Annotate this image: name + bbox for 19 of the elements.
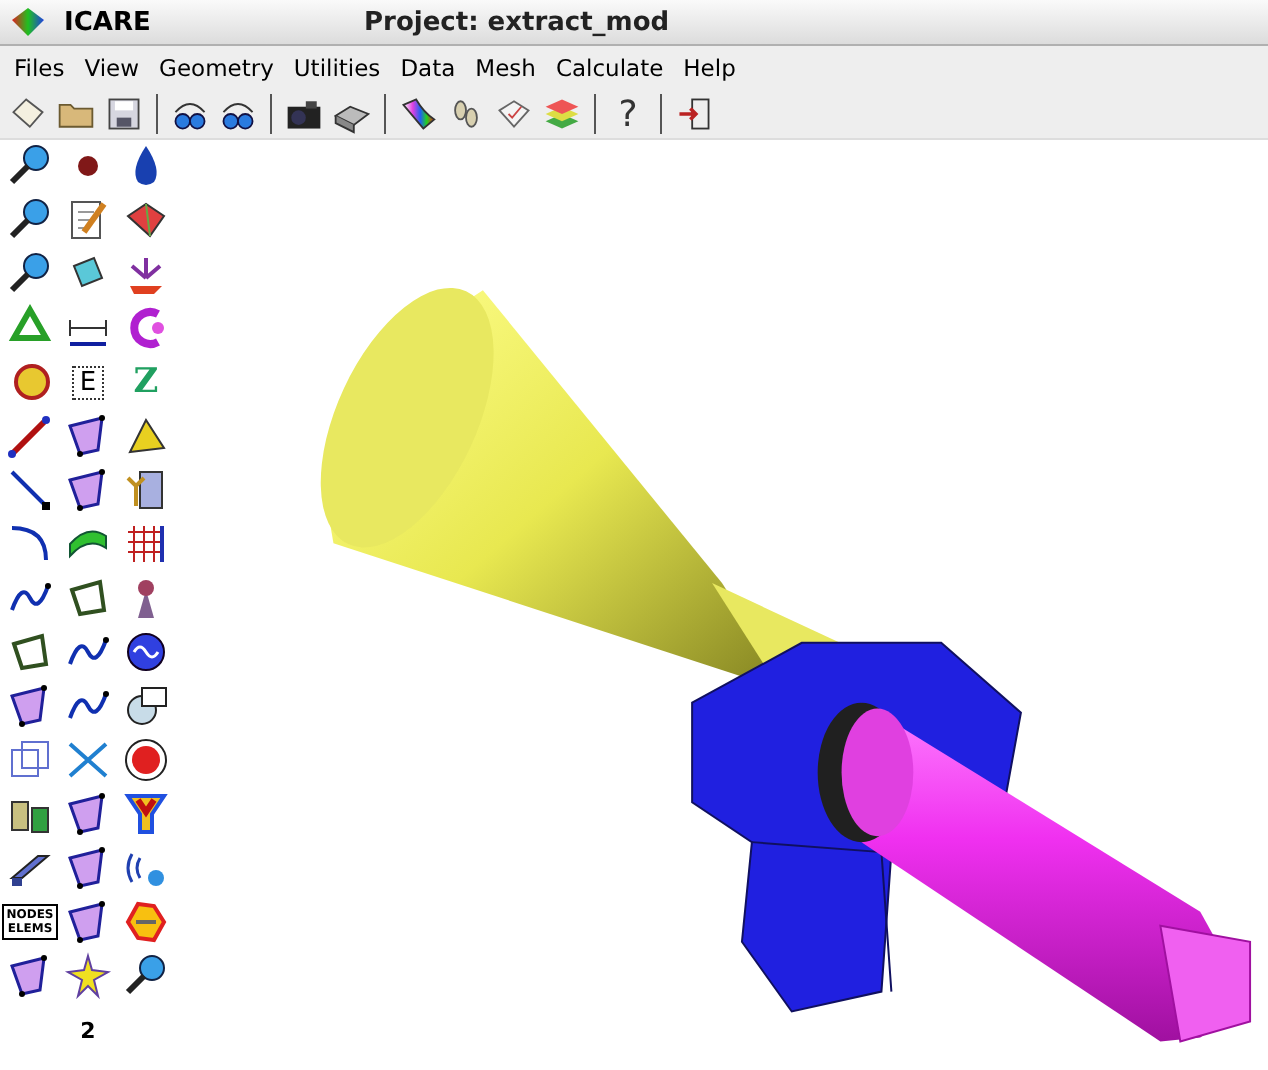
menu-item[interactable]: View — [74, 54, 150, 82]
menu-item[interactable]: Calculate — [545, 54, 674, 82]
star-icon[interactable] — [62, 950, 114, 1002]
menu-item[interactable]: Data — [390, 54, 466, 82]
menu-item[interactable]: Help — [673, 54, 746, 82]
app-logo-icon — [8, 4, 48, 40]
target-icon[interactable] — [120, 734, 172, 786]
edge-label-tool[interactable]: E — [62, 356, 114, 408]
rainbow-surface-icon[interactable] — [396, 92, 440, 136]
squared-tool[interactable]: 2 — [62, 1004, 114, 1056]
menu-item[interactable]: Utilities — [283, 54, 391, 82]
heat-map-icon[interactable] — [120, 788, 172, 840]
menu-item[interactable]: Mesh — [465, 54, 546, 82]
menu-item[interactable]: Geometry — [149, 54, 284, 82]
window-title: Project: extract_mod — [364, 7, 670, 37]
help-button[interactable]: ? — [606, 92, 650, 136]
app-name: ICARE — [64, 7, 153, 37]
vector-icon[interactable] — [4, 410, 56, 462]
menu-item[interactable]: Files — [4, 54, 75, 82]
